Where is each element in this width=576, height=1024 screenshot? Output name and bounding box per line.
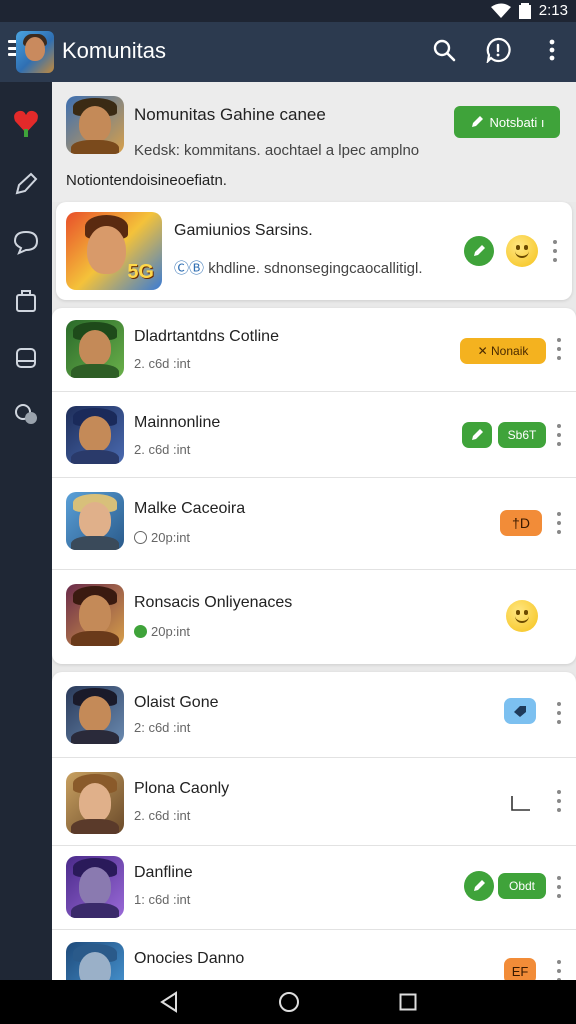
pencil-icon bbox=[474, 880, 485, 891]
system-nav-bar bbox=[0, 980, 576, 1024]
item-thumbnail bbox=[66, 942, 124, 980]
item-thumbnail bbox=[66, 856, 124, 918]
chat-bubble-icon[interactable] bbox=[484, 34, 512, 66]
item-thumbnail bbox=[66, 492, 124, 550]
item-title: Malke Caceoira bbox=[134, 500, 246, 517]
list-item[interactable]: Dladrtantdns Cotline 2. c6d :int ✕ Nonai… bbox=[52, 308, 576, 392]
edit-button[interactable] bbox=[462, 422, 492, 448]
item-title: Mainnonline bbox=[134, 414, 221, 431]
item-subtitle-text: 20p:int bbox=[151, 530, 191, 545]
community-group-2: Olaist Gone 2: c6d :int Plona Caonly 2. … bbox=[52, 672, 576, 980]
pencil-icon bbox=[474, 245, 485, 256]
edit-circle-button[interactable] bbox=[464, 236, 494, 266]
search-icon[interactable] bbox=[430, 34, 458, 66]
community-group-1: Dladrtantdns Cotline 2. c6d :int ✕ Nonai… bbox=[52, 308, 576, 664]
more-options-icon[interactable] bbox=[556, 876, 562, 898]
header-title: Nomunitas Gahine canee bbox=[134, 105, 326, 124]
item-title: Danfline bbox=[134, 864, 193, 881]
featured-thumbnail-text: 5G bbox=[127, 261, 154, 283]
notification-button-label: Notsbati ı bbox=[489, 114, 545, 130]
more-options-icon[interactable] bbox=[556, 424, 562, 446]
item-title: Dladrtantdns Cotline bbox=[134, 328, 279, 345]
smiley-icon[interactable] bbox=[506, 600, 538, 632]
item-thumbnail bbox=[66, 772, 124, 834]
status-badge[interactable]: ✕ Nonaik bbox=[460, 338, 546, 364]
list-item[interactable]: Plona Caonly 2. c6d :int bbox=[52, 758, 576, 846]
sidebar-people-icon[interactable] bbox=[10, 398, 42, 430]
check-icon bbox=[134, 625, 147, 638]
community-header: Nomunitas Gahine canee Kedsk: kommitans.… bbox=[52, 82, 576, 202]
sidebar-pen-icon[interactable] bbox=[10, 168, 42, 200]
sidebar-bag-icon[interactable] bbox=[10, 284, 42, 316]
app-bar: Komunitas bbox=[0, 22, 576, 82]
header-subtitle: Kedsk: kommitans. aochtael a lpec amplno bbox=[134, 142, 420, 159]
item-title: Olaist Gone bbox=[134, 694, 219, 711]
clock-icon bbox=[134, 531, 147, 544]
sidebar-heart-icon[interactable] bbox=[10, 106, 42, 138]
list-item[interactable]: Mainnonline 2. c6d :int Sb6T bbox=[52, 392, 576, 478]
item-subtitle: 20p:int bbox=[134, 530, 190, 545]
more-options-icon[interactable] bbox=[552, 240, 558, 262]
notification-button[interactable]: Notsbati ı bbox=[454, 106, 560, 138]
item-thumbnail bbox=[66, 584, 124, 646]
item-title: Ronsacis Onliyenaces bbox=[134, 594, 293, 611]
item-thumbnail bbox=[66, 406, 124, 464]
header-thumbnail bbox=[66, 96, 124, 154]
featured-thumbnail: 5G bbox=[66, 212, 162, 290]
community-list: Nomunitas Gahine canee Kedsk: kommitans.… bbox=[52, 82, 576, 980]
edit-circle-button[interactable] bbox=[464, 871, 494, 901]
status-badge[interactable]: †D bbox=[500, 510, 542, 536]
more-options-icon[interactable] bbox=[556, 702, 562, 724]
item-title: Onocies Danno bbox=[134, 950, 245, 967]
list-item[interactable]: Onocies Danno EF bbox=[52, 930, 576, 980]
status-icons: 2:13 bbox=[490, 2, 568, 19]
item-title: Plona Caonly bbox=[134, 780, 230, 797]
featured-community-card[interactable]: 5G Gamiunios Sarsins. ⒸⒷ khdline. sdnons… bbox=[56, 202, 572, 300]
more-options-icon[interactable] bbox=[556, 960, 562, 980]
overflow-menu-icon[interactable] bbox=[538, 34, 566, 66]
home-icon[interactable] bbox=[278, 991, 300, 1013]
item-subtitle: 20p:int bbox=[134, 624, 190, 639]
app-logo bbox=[16, 31, 54, 73]
list-item[interactable]: Malke Caceoira 20p:int †D bbox=[52, 478, 576, 570]
back-icon[interactable] bbox=[159, 991, 179, 1013]
item-subtitle: 1: c6d :int bbox=[134, 892, 191, 907]
smiley-icon[interactable] bbox=[506, 235, 538, 267]
recents-icon[interactable] bbox=[399, 993, 417, 1011]
item-subtitle: 2. c6d :int bbox=[134, 808, 191, 823]
status-bar: 2:13 bbox=[0, 0, 576, 22]
status-badge[interactable]: EF bbox=[504, 958, 536, 980]
item-thumbnail bbox=[66, 686, 124, 744]
list-item[interactable]: Ronsacis Onliyenaces 20p:int bbox=[52, 570, 576, 664]
sidebar-tablet-icon[interactable] bbox=[10, 342, 42, 374]
item-subtitle: 2: c6d :int bbox=[134, 720, 191, 735]
featured-subtitle: ⒸⒷ khdline. sdnonsegingcaocallitigl. bbox=[174, 257, 423, 278]
more-options-icon[interactable] bbox=[556, 338, 562, 360]
page-title: Komunitas bbox=[62, 38, 166, 63]
item-thumbnail bbox=[66, 320, 124, 378]
item-subtitle-text: 20p:int bbox=[151, 624, 191, 639]
tag-icon bbox=[514, 706, 526, 717]
sidebar-chat-icon[interactable] bbox=[10, 226, 42, 258]
more-options-icon[interactable] bbox=[556, 512, 562, 534]
featured-prefix: ⒸⒷ bbox=[174, 260, 205, 277]
sidebar bbox=[0, 82, 52, 980]
status-badge[interactable]: Obdt bbox=[498, 873, 546, 899]
pencil-icon bbox=[472, 429, 483, 440]
item-subtitle: 2. c6d :int bbox=[134, 356, 191, 371]
list-item[interactable]: Olaist Gone 2: c6d :int bbox=[52, 672, 576, 758]
pencil-icon bbox=[471, 116, 483, 127]
tag-button[interactable] bbox=[504, 698, 536, 724]
list-item[interactable]: Danfline 1: c6d :int Obdt bbox=[52, 846, 576, 930]
wifi-icon bbox=[490, 3, 511, 18]
header-note: Notiontendoisineoefiatn. bbox=[66, 172, 227, 189]
status-time: 2:13 bbox=[538, 2, 568, 19]
bracket-icon bbox=[511, 796, 530, 811]
status-badge[interactable]: Sb6T bbox=[498, 422, 546, 448]
featured-subtitle-text: khdline. sdnonsegingcaocallitigl. bbox=[208, 260, 423, 277]
battery-icon bbox=[518, 2, 531, 19]
item-subtitle: 2. c6d :int bbox=[134, 442, 191, 457]
featured-title: Gamiunios Sarsins. bbox=[174, 222, 313, 239]
more-options-icon[interactable] bbox=[556, 790, 562, 812]
